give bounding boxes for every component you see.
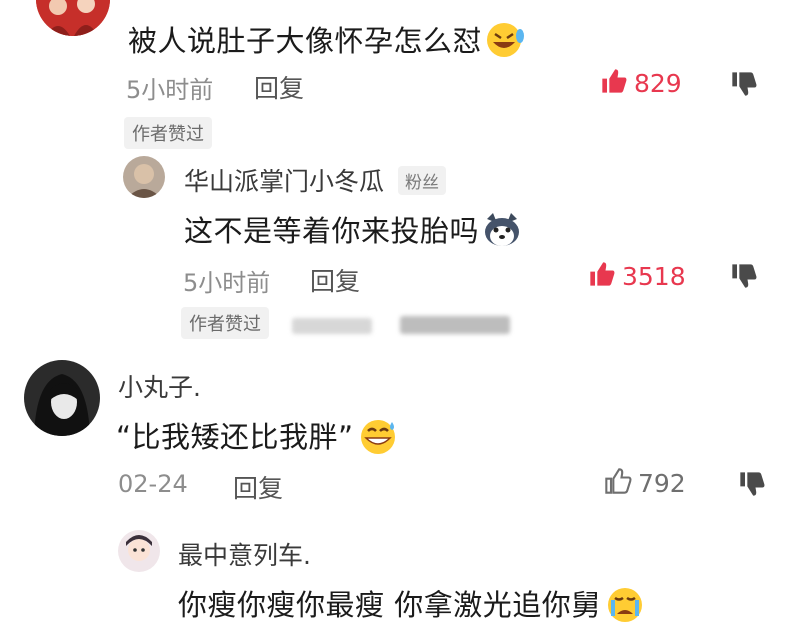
reply-nickname[interactable]: 最中意列车. bbox=[178, 536, 311, 572]
reply-text-content: 你瘦你瘦你最瘦 你拿激光追你舅 bbox=[178, 588, 601, 622]
like-button[interactable]: 792 bbox=[604, 467, 686, 499]
comment-time: 02-24 bbox=[118, 470, 188, 498]
reply-button[interactable]: 回复 bbox=[233, 469, 283, 505]
comment-text: 被人说肚子大像怀孕怎么怼 bbox=[128, 18, 526, 67]
reply-nickname[interactable]: 华山派掌门小冬瓜 bbox=[184, 162, 384, 198]
like-button[interactable]: 3518 bbox=[588, 260, 686, 292]
author-liked-tag: 作者赞过 bbox=[181, 307, 269, 339]
grin-sweat-emoji-icon bbox=[356, 416, 400, 463]
author-liked-tag: 作者赞过 bbox=[124, 117, 212, 149]
comment-time: 5小时前 bbox=[126, 76, 214, 104]
blurred-content bbox=[400, 316, 510, 334]
avatar-image bbox=[123, 156, 165, 198]
avatar[interactable] bbox=[118, 530, 160, 572]
rofl-emoji-icon bbox=[484, 20, 526, 67]
dislike-button[interactable] bbox=[738, 470, 766, 502]
avatar-image bbox=[118, 530, 160, 572]
comment-text-content: 被人说肚子大像怀孕怎么怼 bbox=[128, 24, 483, 58]
comment-nickname[interactable]: 小丸子. bbox=[118, 368, 201, 404]
thumbs-down-icon bbox=[732, 264, 757, 288]
avatar-image bbox=[24, 360, 100, 436]
thumbs-up-icon bbox=[600, 67, 628, 99]
dislike-button[interactable] bbox=[730, 70, 758, 102]
comment-text: “比我矮还比我胖” bbox=[116, 414, 400, 463]
like-button[interactable]: 829 bbox=[600, 67, 682, 99]
thumbs-down-icon bbox=[740, 472, 765, 496]
thumbs-down-icon bbox=[732, 72, 757, 96]
reply-text-content: 这不是等着你来投胎吗 bbox=[184, 214, 480, 248]
reply-time: 5小时前 bbox=[183, 269, 271, 297]
comment-text-content: “比我矮还比我胖” bbox=[116, 420, 354, 454]
reply-button[interactable]: 回复 bbox=[310, 262, 360, 298]
like-count: 829 bbox=[634, 68, 682, 98]
avatar[interactable] bbox=[123, 156, 165, 198]
reply-button[interactable]: 回复 bbox=[254, 69, 304, 105]
like-count: 3518 bbox=[622, 261, 686, 291]
reply-text: 你瘦你瘦你最瘦 你拿激光追你舅 bbox=[178, 582, 647, 626]
thumbs-up-icon bbox=[588, 260, 616, 292]
avatar[interactable] bbox=[24, 360, 100, 436]
like-count: 792 bbox=[638, 468, 686, 498]
blurred-content bbox=[292, 318, 372, 334]
husky-emoji-icon bbox=[481, 211, 523, 256]
reply-text: 这不是等着你来投胎吗 bbox=[184, 208, 523, 256]
dislike-button[interactable] bbox=[730, 262, 758, 294]
thumbs-up-icon bbox=[604, 467, 632, 499]
avatar-image bbox=[36, 0, 110, 36]
fan-badge: 粉丝 bbox=[398, 166, 446, 195]
avatar[interactable] bbox=[36, 0, 110, 36]
crying-emoji-icon bbox=[603, 584, 647, 626]
